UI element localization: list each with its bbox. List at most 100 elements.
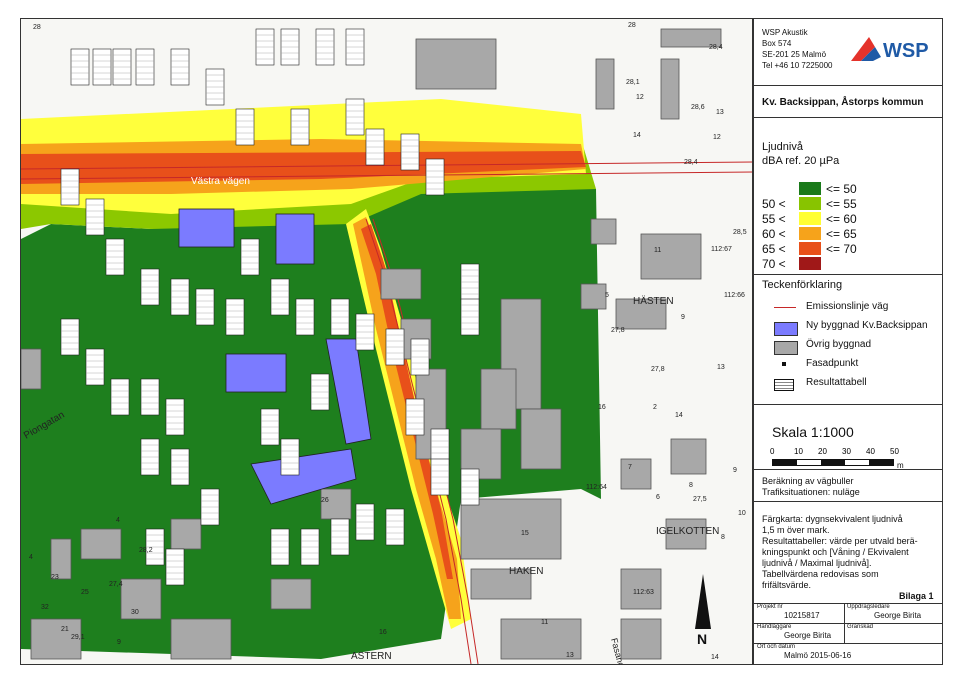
- result-table-icon: [774, 379, 794, 391]
- lot-number: 5: [605, 292, 609, 299]
- handler-name: George Birita: [784, 631, 832, 640]
- lot-number: 11: [654, 247, 661, 254]
- block-name-haken: HAKEN: [509, 566, 543, 577]
- lot-number: 13: [716, 109, 724, 116]
- lot-number: 14: [675, 412, 683, 419]
- place-date: Malmö 2015-06-16: [784, 651, 852, 660]
- symbol-legend-label: Emissionslinje väg: [806, 301, 889, 312]
- noise-class-upper: <= 70: [826, 242, 857, 256]
- lot-number: 28,2: [139, 547, 153, 554]
- lot-number: 6: [656, 494, 660, 501]
- appendix-label: Bilaga 1: [899, 591, 934, 601]
- lot-number: 13: [717, 364, 725, 371]
- block-name-astern: ASTERN: [351, 651, 392, 662]
- note-line: kningspunkt och [Våning / Ekvivalent: [762, 547, 909, 557]
- lot-number: 28: [628, 22, 636, 29]
- lot-number: 112:66: [724, 292, 745, 299]
- lot-number: 32: [41, 604, 49, 611]
- lot-number: 12: [713, 134, 721, 141]
- new-building: [225, 353, 287, 393]
- noise-legend-heading: Ljudnivå: [762, 141, 803, 153]
- lot-number: 15: [521, 530, 529, 537]
- lot-number: 10: [738, 510, 746, 517]
- lot-number: 14: [711, 654, 719, 661]
- noise-class-upper: <= 55: [826, 197, 857, 211]
- facade-point-icon: [782, 362, 786, 366]
- symbol-legend-label: Övrig byggnad: [806, 339, 872, 350]
- lot-number: 27,8: [611, 327, 625, 334]
- note-line: frifältsvärde.: [762, 580, 812, 590]
- scale-tick: 50: [890, 447, 899, 456]
- block-name-hasten: HÄSTEN: [633, 295, 674, 307]
- lot-number: 28: [33, 24, 41, 31]
- company-address: Box 574: [762, 39, 792, 48]
- lot-number: 28,5: [733, 229, 747, 236]
- svg-text:WSP: WSP: [883, 40, 929, 62]
- noise-class-swatch: [799, 197, 821, 210]
- calc-line2: Trafiksituationen: nuläge: [762, 487, 860, 497]
- other-building-icon: [774, 341, 798, 355]
- noise-class-swatch: [799, 182, 821, 195]
- lot-number: 12: [636, 94, 644, 101]
- noise-class-swatch: [799, 257, 821, 270]
- noise-class-upper: <= 65: [826, 227, 857, 241]
- lot-number: 26: [321, 497, 329, 504]
- lot-number: 8: [689, 482, 693, 489]
- lot-number: 112:63: [633, 589, 654, 596]
- lot-number: 8: [721, 534, 725, 541]
- note-line: Resultattabeller: värde per utvald berä-: [762, 536, 918, 546]
- legend-panel: WSP Akustik Box 574 SE-201 25 Malmö Tel …: [752, 18, 943, 665]
- lot-number: 9: [681, 314, 685, 321]
- orderer-name: George Birita: [874, 611, 922, 620]
- lot-number: 2: [653, 404, 657, 411]
- lot-number: 4: [116, 517, 120, 524]
- lot-number: 29,1: [71, 634, 85, 641]
- lot-number: 13: [566, 652, 574, 659]
- new-building-icon: [774, 322, 798, 336]
- lot-number: 28,1: [626, 79, 640, 86]
- wsp-logo-icon: WSP: [851, 37, 929, 62]
- lot-number: 30: [131, 609, 139, 616]
- lot-number: 28,4: [709, 44, 723, 51]
- note-line: Tabellvärdena redovisas som: [762, 569, 879, 579]
- scale-tick: 30: [842, 447, 851, 456]
- noise-map: 28 28,4 12 28,1 13 28,6 14 12 28,4 11 28,5 112:67 5 9…: [20, 18, 754, 665]
- noise-class-swatch: [799, 227, 821, 240]
- noise-legend-unit: dBA ref. 20 µPa: [762, 155, 840, 167]
- block-name-igelkotten: IGELKOTTEN: [656, 526, 719, 537]
- scale-label: Skala 1:1000: [772, 424, 854, 440]
- company-name: WSP Akustik: [762, 28, 808, 37]
- orderer-label: Uppdragsledare: [847, 604, 890, 610]
- lot-number: 27,5: [693, 496, 707, 503]
- lot-number: 9: [117, 639, 121, 646]
- noise-class-lower: 70 <: [762, 257, 786, 271]
- lot-number: 4: [29, 554, 33, 561]
- new-building: [275, 213, 315, 265]
- lot-number: 25: [81, 589, 89, 596]
- calc-info: Beräkning av vägbuller Trafiksituationen…: [762, 476, 860, 498]
- symbol-legend-label: Ny byggnad Kv.Backsippan: [806, 320, 928, 331]
- lot-number: 27,4: [109, 581, 123, 588]
- lot-number: 16: [379, 629, 387, 636]
- lot-number: 11: [541, 619, 548, 626]
- noise-class-swatch: [799, 242, 821, 255]
- road-emission-line-icon: [774, 307, 796, 308]
- noise-class-lower: 65 <: [762, 242, 786, 256]
- note-line: ljudnivå / Maximal ljudnivå].: [762, 558, 872, 568]
- lot-number: 23: [51, 574, 59, 581]
- noise-class-lower: 50 <: [762, 197, 786, 211]
- lot-number: 112:67: [711, 246, 732, 253]
- noise-map-canvas: 2828,41228,11328,614 1228,41128,5112:6759…: [21, 19, 753, 664]
- noise-class-swatch: [799, 212, 821, 225]
- noise-class-upper: <= 60: [826, 212, 857, 226]
- project-label: Projekt nr: [757, 604, 783, 610]
- project-number: 10215817: [784, 611, 820, 620]
- noise-class-lower: 60 <: [762, 227, 786, 241]
- wsp-logo: WSP: [849, 33, 934, 68]
- company-phone: Tel +46 10 7225000: [762, 61, 833, 70]
- symbol-legend-label: Fasadpunkt: [806, 358, 859, 369]
- lot-number: 27,8: [651, 366, 665, 373]
- title-block: Projekt nr 10215817 Uppdragsledare Georg…: [754, 603, 942, 664]
- company-info: WSP Akustik Box 574 SE-201 25 Malmö Tel …: [762, 27, 833, 71]
- noise-class-lower: 55 <: [762, 212, 786, 226]
